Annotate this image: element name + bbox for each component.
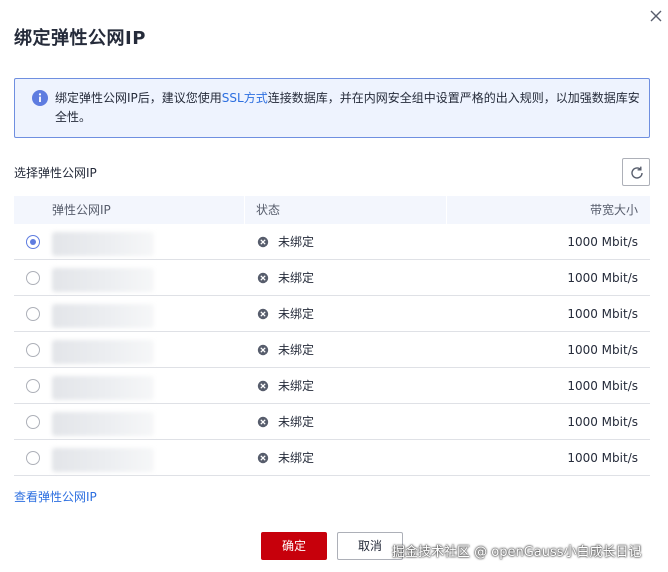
row-radio[interactable]: [26, 451, 40, 465]
table-row[interactable]: 未绑定 1000 Mbit/s: [14, 368, 650, 404]
row-radio[interactable]: [26, 379, 40, 393]
eip-address: [52, 232, 154, 256]
row-radio[interactable]: [26, 415, 40, 429]
status-text: 未绑定: [278, 271, 315, 285]
status-text: 未绑定: [278, 307, 315, 321]
status-text: 未绑定: [278, 235, 315, 249]
bandwidth-value: 1000 Mbit/s: [567, 343, 638, 357]
alert-text-before: 绑定弹性公网IP后，建议您使用: [55, 91, 222, 105]
status-text: 未绑定: [278, 451, 315, 465]
unbound-status-icon: [257, 272, 269, 284]
bind-eip-dialog: 绑定弹性公网IP 绑定弹性公网IP后，建议您使用SSL方式连接数据库，并在内网安…: [0, 0, 668, 572]
header-bandwidth: 带宽大小: [589, 203, 638, 217]
eip-address: [52, 340, 154, 364]
eip-address: [52, 376, 154, 400]
row-radio[interactable]: [26, 271, 40, 285]
unbound-status-icon: [257, 344, 269, 356]
table-row[interactable]: 未绑定 1000 Mbit/s: [14, 224, 650, 260]
eip-address: [52, 304, 154, 328]
table-row[interactable]: 未绑定 1000 Mbit/s: [14, 404, 650, 440]
info-icon: [32, 90, 48, 106]
unbound-status-icon: [257, 452, 269, 464]
info-alert: 绑定弹性公网IP后，建议您使用SSL方式连接数据库，并在内网安全组中设置严格的出…: [14, 78, 650, 138]
table-header: 弹性公网IP 状态 带宽大小: [14, 196, 650, 224]
table-row[interactable]: 未绑定 1000 Mbit/s: [14, 332, 650, 368]
column-divider: [244, 196, 245, 224]
eip-table: 弹性公网IP 状态 带宽大小 未绑定 1000 Mbit/s 未绑定 1000 Mbi…: [14, 196, 650, 476]
eip-address: [52, 268, 154, 292]
confirm-button[interactable]: 确定: [261, 532, 327, 560]
bandwidth-value: 1000 Mbit/s: [567, 415, 638, 429]
unbound-status-icon: [257, 380, 269, 392]
header-status: 状态: [256, 203, 281, 217]
eip-address: [52, 448, 154, 472]
unbound-status-icon: [257, 236, 269, 248]
dialog-title: 绑定弹性公网IP: [14, 28, 146, 49]
eip-address: [52, 412, 154, 436]
ssl-link[interactable]: SSL方式: [222, 91, 268, 105]
row-radio[interactable]: [26, 307, 40, 321]
header-ip: 弹性公网IP: [52, 203, 111, 217]
bandwidth-value: 1000 Mbit/s: [567, 451, 638, 465]
bandwidth-value: 1000 Mbit/s: [567, 379, 638, 393]
refresh-icon: [631, 166, 643, 179]
view-eip-link[interactable]: 查看弹性公网IP: [14, 488, 97, 505]
bandwidth-value: 1000 Mbit/s: [567, 307, 638, 321]
status-text: 未绑定: [278, 379, 315, 393]
status-text: 未绑定: [278, 343, 315, 357]
table-row[interactable]: 未绑定 1000 Mbit/s: [14, 260, 650, 296]
column-divider: [446, 196, 447, 224]
alert-text: 绑定弹性公网IP后，建议您使用SSL方式连接数据库，并在内网安全组中设置严格的出…: [55, 89, 645, 127]
table-row[interactable]: 未绑定 1000 Mbit/s: [14, 296, 650, 332]
row-radio[interactable]: [26, 343, 40, 357]
unbound-status-icon: [257, 308, 269, 320]
bandwidth-value: 1000 Mbit/s: [567, 235, 638, 249]
table-body: 未绑定 1000 Mbit/s 未绑定 1000 Mbit/s 未绑定 1000 Mbit…: [14, 224, 650, 476]
refresh-button[interactable]: [622, 158, 650, 186]
table-row[interactable]: 未绑定 1000 Mbit/s: [14, 440, 650, 476]
select-eip-label: 选择弹性公网IP: [14, 166, 97, 180]
unbound-status-icon: [257, 416, 269, 428]
bandwidth-value: 1000 Mbit/s: [567, 271, 638, 285]
close-icon[interactable]: [646, 6, 666, 26]
status-text: 未绑定: [278, 415, 315, 429]
watermark-text: 掘金技术社区 @ openGauss小白成长日记: [392, 545, 642, 560]
row-radio[interactable]: [26, 235, 40, 249]
